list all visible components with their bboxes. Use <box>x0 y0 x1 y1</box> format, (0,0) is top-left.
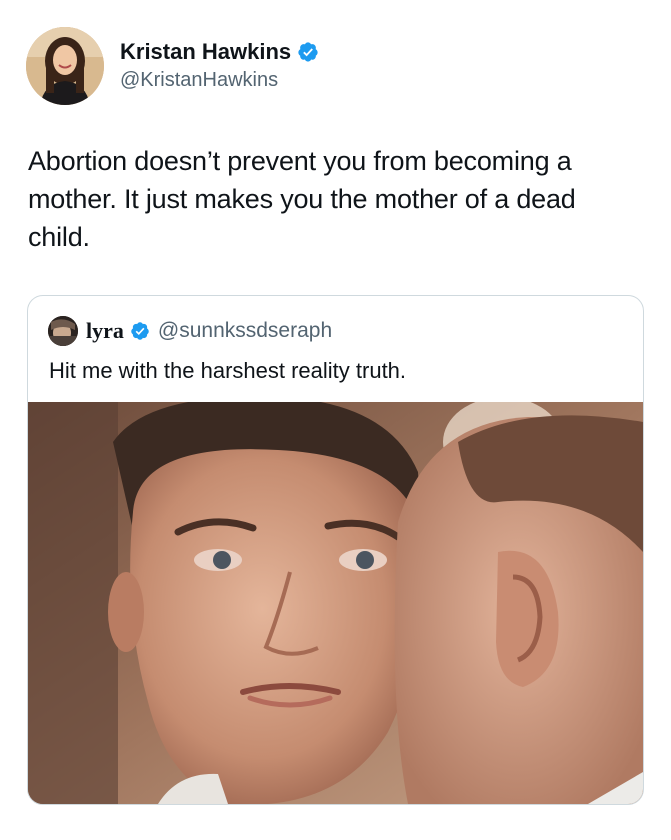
author-handle[interactable]: @KristanHawkins <box>120 67 319 93</box>
quoted-tweet-header: lyra @sunnkssdseraph <box>48 316 332 346</box>
author-display-name[interactable]: Kristan Hawkins <box>120 39 291 65</box>
tweet-header: Kristan Hawkins @KristanHawkins <box>26 26 319 106</box>
quoted-author-name[interactable]: lyra <box>86 318 124 344</box>
verified-badge-icon <box>297 41 319 63</box>
quoted-tweet-media[interactable] <box>28 402 643 804</box>
author-name-row: Kristan Hawkins <box>120 39 319 65</box>
tweet-text: Abortion doesn’t prevent you from becomi… <box>28 146 576 252</box>
author-names: Kristan Hawkins @KristanHawkins <box>120 39 319 93</box>
quoted-tweet-text: Hit me with the harshest reality truth. <box>49 358 407 383</box>
verified-badge-icon <box>130 321 150 341</box>
quoted-author-handle[interactable]: @sunnkssdseraph <box>158 319 332 343</box>
quoted-author-avatar[interactable] <box>48 316 78 346</box>
tweet-card: Kristan Hawkins @KristanHawkins Abortion… <box>0 0 671 840</box>
author-avatar[interactable] <box>26 27 104 105</box>
quoted-tweet[interactable]: lyra @sunnkssdseraph Hit me with the har… <box>27 295 644 805</box>
